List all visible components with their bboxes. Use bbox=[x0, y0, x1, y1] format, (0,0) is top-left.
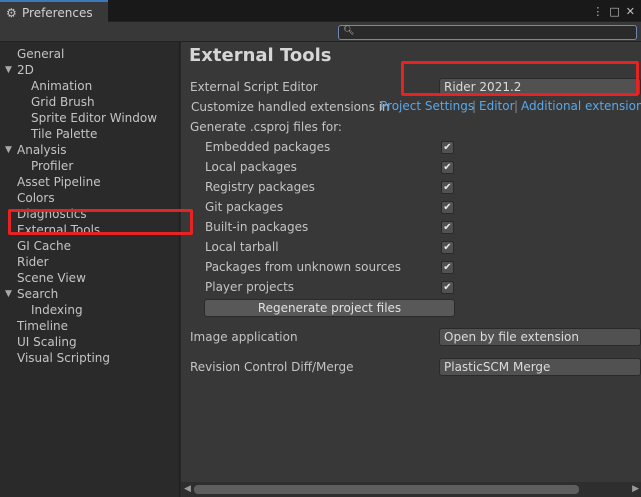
external-script-editor-dropdown[interactable]: Rider 2021.2 bbox=[439, 78, 641, 96]
project-settings-link[interactable]: Project Settings bbox=[380, 99, 474, 113]
checkmark-icon: ✔ bbox=[443, 142, 452, 153]
option-label-registry-packages: Registry packages bbox=[205, 180, 315, 194]
tab-title: Preferences bbox=[22, 5, 93, 20]
foldout-arrow-icon[interactable]: ▼ bbox=[5, 62, 15, 78]
image-application-label: Image application bbox=[190, 330, 298, 344]
checkmark-icon: ✔ bbox=[443, 222, 452, 233]
link-separator: | bbox=[514, 99, 519, 113]
customize-extensions-label: Customize handled extensions in bbox=[191, 100, 390, 114]
page-title: External Tools bbox=[189, 45, 332, 66]
search-icon: 🔍︎ bbox=[343, 26, 355, 36]
sidebar-item-ui-scaling[interactable]: UI Scaling bbox=[17, 334, 77, 350]
checkbox-packages-from-unknown-sources[interactable]: ✔ bbox=[441, 261, 454, 274]
close-icon[interactable]: ✕ bbox=[626, 5, 635, 18]
sidebar-item-scene-view[interactable]: Scene View bbox=[17, 270, 86, 286]
scroll-left-icon[interactable]: ◀ bbox=[184, 484, 191, 494]
sidebar-item-gi-cache[interactable]: GI Cache bbox=[17, 238, 71, 254]
sidebar-item-visual-scripting[interactable]: Visual Scripting bbox=[17, 350, 110, 366]
scroll-right-icon[interactable]: ▶ bbox=[632, 484, 639, 494]
horizontal-scrollbar[interactable]: ◀ ▶ bbox=[181, 482, 641, 497]
option-label-embedded-packages: Embedded packages bbox=[205, 140, 331, 154]
sidebar-item-2d[interactable]: 2D bbox=[17, 62, 34, 78]
gear-icon: ⚙ bbox=[6, 5, 17, 20]
option-label-git-packages: Git packages bbox=[205, 200, 284, 214]
checkbox-local-tarball[interactable]: ✔ bbox=[441, 241, 454, 254]
sidebar-item-indexing[interactable]: Indexing bbox=[31, 302, 83, 318]
option-label-local-packages: Local packages bbox=[205, 160, 297, 174]
sidebar-item-asset-pipeline[interactable]: Asset Pipeline bbox=[17, 174, 101, 190]
foldout-arrow-icon[interactable]: ▼ bbox=[5, 286, 15, 302]
checkbox-git-packages[interactable]: ✔ bbox=[441, 201, 454, 214]
sidebar-item-timeline[interactable]: Timeline bbox=[17, 318, 68, 334]
checkbox-built-in-packages[interactable]: ✔ bbox=[441, 221, 454, 234]
preferences-tab[interactable]: ⚙ Preferences bbox=[0, 0, 108, 23]
checkmark-icon: ✔ bbox=[443, 282, 452, 293]
maximize-icon[interactable]: □ bbox=[609, 5, 619, 18]
sidebar-item-sprite-editor-window[interactable]: Sprite Editor Window bbox=[31, 110, 157, 126]
sidebar-item-general[interactable]: General bbox=[17, 46, 64, 62]
checkmark-icon: ✔ bbox=[443, 162, 452, 173]
option-label-built-in-packages: Built-in packages bbox=[205, 220, 309, 234]
sidebar-item-rider[interactable]: Rider bbox=[17, 254, 49, 270]
checkmark-icon: ✔ bbox=[443, 242, 452, 253]
sidebar-item-diagnostics[interactable]: Diagnostics bbox=[17, 206, 87, 222]
scrollbar-thumb[interactable] bbox=[194, 485, 579, 494]
checkbox-player-projects[interactable]: ✔ bbox=[441, 281, 454, 294]
kebab-menu-icon[interactable]: ⋮ bbox=[592, 5, 603, 18]
window-controls: ⋮ □ ✕ bbox=[592, 0, 641, 22]
additional-extensions-link[interactable]: Additional extensions bbox=[521, 99, 641, 113]
external-script-editor-label: External Script Editor bbox=[190, 80, 318, 94]
sidebar-item-tile-palette[interactable]: Tile Palette bbox=[31, 126, 97, 142]
checkmark-icon: ✔ bbox=[443, 262, 452, 273]
image-application-dropdown[interactable]: Open by file extension bbox=[439, 328, 641, 346]
sidebar-item-grid-brush[interactable]: Grid Brush bbox=[31, 94, 95, 110]
option-label-packages-from-unknown-sources: Packages from unknown sources bbox=[205, 260, 401, 274]
checkbox-local-packages[interactable]: ✔ bbox=[441, 161, 454, 174]
option-label-local-tarball: Local tarball bbox=[205, 240, 279, 254]
checkmark-icon: ✔ bbox=[443, 202, 452, 213]
generate-csproj-label: Generate .csproj files for: bbox=[190, 120, 342, 134]
checkbox-registry-packages[interactable]: ✔ bbox=[441, 181, 454, 194]
foldout-arrow-icon[interactable]: ▼ bbox=[5, 142, 15, 158]
checkbox-embedded-packages[interactable]: ✔ bbox=[441, 141, 454, 154]
editor-link[interactable]: Editor bbox=[479, 99, 515, 113]
revision-control-dropdown[interactable]: PlasticSCM Merge bbox=[439, 358, 641, 376]
sidebar-item-external-tools[interactable]: External Tools bbox=[17, 222, 100, 238]
regenerate-project-files-button[interactable]: Regenerate project files bbox=[204, 299, 455, 317]
toolbar: 🔍︎ bbox=[0, 22, 641, 42]
sidebar-item-search[interactable]: Search bbox=[17, 286, 58, 302]
search-input[interactable]: 🔍︎ bbox=[338, 25, 637, 40]
sidebar: General ▼ 2D Animation Grid Brush Sprite Edit… bbox=[0, 42, 180, 497]
checkmark-icon: ✔ bbox=[443, 182, 452, 193]
sidebar-item-profiler[interactable]: Profiler bbox=[31, 158, 73, 174]
revision-control-label: Revision Control Diff/Merge bbox=[190, 360, 354, 374]
sidebar-item-animation[interactable]: Animation bbox=[31, 78, 92, 94]
link-separator: | bbox=[472, 99, 477, 113]
sidebar-item-colors[interactable]: Colors bbox=[17, 190, 55, 206]
option-label-player-projects: Player projects bbox=[205, 280, 295, 294]
sidebar-item-analysis[interactable]: Analysis bbox=[17, 142, 66, 158]
title-bar: ⚙ Preferences ⋮ □ ✕ bbox=[0, 0, 641, 23]
